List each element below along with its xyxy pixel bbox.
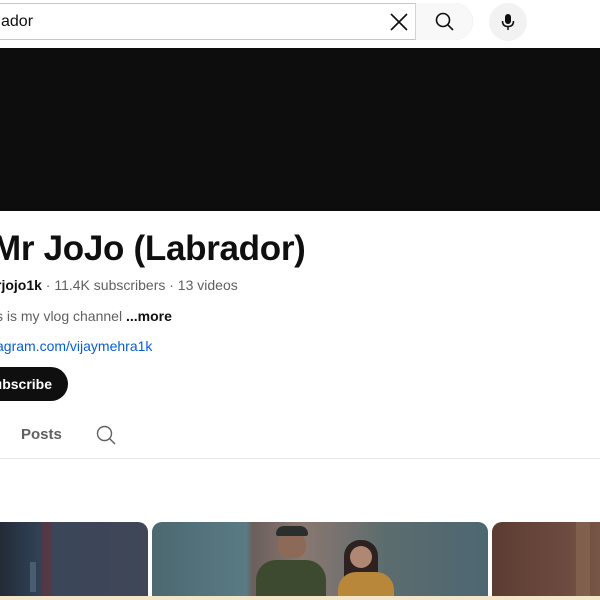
channel-handle[interactable]: rjojo1k bbox=[0, 277, 42, 293]
tab-posts[interactable]: Posts bbox=[21, 426, 62, 443]
clear-search-button[interactable] bbox=[379, 4, 419, 39]
search-button[interactable] bbox=[415, 3, 473, 40]
tabs-divider bbox=[0, 458, 600, 459]
voice-search-button[interactable] bbox=[489, 3, 527, 41]
thumbnail-detail bbox=[30, 562, 36, 592]
bottom-strip bbox=[0, 596, 600, 600]
channel-meta: rjojo1k · 11.4K subscribers · 13 videos bbox=[0, 277, 238, 293]
more-link[interactable]: ...more bbox=[126, 308, 172, 324]
channel-external-link[interactable]: agram.com/vijaymehra1k bbox=[0, 338, 152, 354]
description-text: s is my vlog channel bbox=[0, 308, 126, 324]
video-thumbnail[interactable] bbox=[152, 522, 488, 600]
video-thumbnail[interactable] bbox=[0, 522, 148, 600]
thumbnail-person bbox=[350, 546, 372, 568]
search-icon[interactable] bbox=[95, 424, 117, 446]
thumbnail-detail bbox=[576, 522, 590, 600]
thumbnail-detail bbox=[42, 522, 52, 600]
channel-title: Mr JoJo (Labrador) bbox=[0, 229, 306, 268]
close-icon bbox=[390, 12, 408, 31]
mic-icon bbox=[501, 14, 515, 30]
video-thumbnail[interactable] bbox=[492, 522, 600, 600]
channel-description[interactable]: s is my vlog channel ...more bbox=[0, 308, 172, 324]
channel-page: Mr JoJo (Labrador) rjojo1k · 11.4K subsc… bbox=[0, 0, 600, 600]
thumbnail-person bbox=[256, 560, 326, 600]
thumbnail-person bbox=[276, 526, 308, 536]
channel-stats: · 11.4K subscribers · 13 videos bbox=[41, 277, 238, 293]
channel-banner bbox=[0, 48, 600, 211]
search-icon bbox=[435, 12, 454, 31]
search-input[interactable] bbox=[1, 4, 361, 39]
search-box bbox=[0, 3, 473, 40]
subscribe-button[interactable]: ubscribe bbox=[0, 367, 68, 401]
